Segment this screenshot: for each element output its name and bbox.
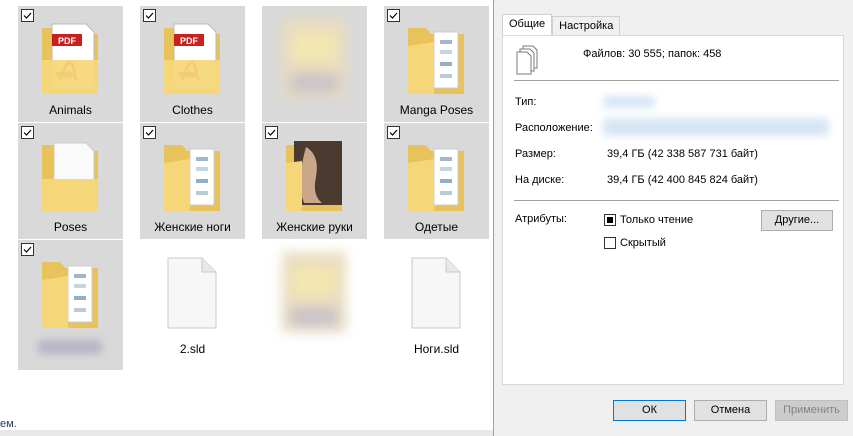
size-value: 39,4 ГБ (42 338 587 731 байт) bbox=[607, 148, 758, 160]
hidden-checkbox[interactable] bbox=[604, 237, 616, 249]
tab-general[interactable]: Общие bbox=[502, 14, 553, 36]
type-label: Тип: bbox=[515, 96, 537, 108]
divider bbox=[514, 200, 839, 201]
select-checkbox[interactable] bbox=[143, 9, 156, 22]
status-bar-text: ем. bbox=[0, 418, 17, 430]
disk-size-value: 39,4 ГБ (42 400 845 824 байт) bbox=[607, 174, 758, 186]
file-tile-label: Женские руки bbox=[276, 220, 353, 234]
select-checkbox[interactable] bbox=[21, 243, 34, 256]
general-panel: Файлов: 30 555; папок: 458 Тип: Располож… bbox=[502, 35, 844, 385]
folder-images-icon bbox=[38, 252, 102, 332]
tab-customize[interactable]: Настройка bbox=[552, 16, 621, 36]
file-icon bbox=[404, 252, 468, 332]
file-tile-label: Clothes bbox=[172, 103, 213, 117]
folder-images-icon bbox=[160, 135, 224, 215]
tab-strip: Общие Настройка bbox=[502, 14, 621, 36]
blurred-thumbnail bbox=[282, 18, 346, 98]
file-tile-label: Женские ноги bbox=[154, 220, 231, 234]
properties-dialog: Общие Настройка Файлов: 30 555; папок: 4… bbox=[493, 0, 853, 436]
ok-button[interactable]: ОК bbox=[613, 400, 686, 421]
summary-text: Файлов: 30 555; папок: 458 bbox=[583, 48, 722, 60]
file-tile[interactable]: Женские руки bbox=[262, 123, 367, 239]
select-checkbox[interactable] bbox=[21, 9, 34, 22]
disk-size-label: На диске: bbox=[515, 174, 565, 186]
location-label: Расположение: bbox=[515, 122, 593, 134]
file-tile-label: Manga Poses bbox=[399, 103, 474, 117]
folder-doc-icon bbox=[38, 135, 102, 215]
select-checkbox[interactable] bbox=[143, 126, 156, 139]
svg-text:PDF: PDF bbox=[58, 36, 77, 46]
size-label: Размер: bbox=[515, 148, 556, 160]
readonly-label: Только чтение bbox=[620, 214, 694, 226]
file-tile[interactable]: Женские ноги bbox=[140, 123, 245, 239]
select-checkbox[interactable] bbox=[21, 126, 34, 139]
file-tile[interactable]: Manga Poses bbox=[384, 6, 489, 122]
folder-pdf-icon: PDF bbox=[38, 18, 102, 98]
file-icon bbox=[160, 252, 224, 332]
folder-pdf-icon: PDF bbox=[160, 18, 224, 98]
screen: PDF Animals PDF Clothes Manga Poses Pose… bbox=[0, 0, 853, 436]
divider bbox=[514, 80, 839, 81]
apply-button[interactable]: Применить bbox=[775, 400, 848, 421]
file-tile[interactable]: 2.sld bbox=[140, 240, 245, 370]
file-tile[interactable]: Одетые bbox=[384, 123, 489, 239]
multiple-files-icon bbox=[516, 45, 538, 75]
file-tile[interactable] bbox=[262, 240, 367, 370]
file-tile[interactable]: PDF Animals bbox=[18, 6, 123, 122]
file-tile[interactable]: Poses bbox=[18, 123, 123, 239]
file-tile-label: Ноги.sld bbox=[413, 342, 460, 356]
status-bar bbox=[0, 430, 493, 436]
file-tile[interactable] bbox=[18, 240, 123, 370]
file-tile-label: Animals bbox=[49, 103, 92, 117]
readonly-checkbox[interactable] bbox=[604, 214, 616, 226]
location-value-redacted bbox=[603, 118, 829, 136]
file-tile[interactable]: Ноги.sld bbox=[384, 240, 489, 370]
cancel-button[interactable]: Отмена bbox=[694, 400, 767, 421]
folder-photo-icon bbox=[282, 135, 346, 215]
folder-images-icon bbox=[404, 135, 468, 215]
select-checkbox[interactable] bbox=[387, 9, 400, 22]
svg-text:PDF: PDF bbox=[180, 36, 199, 46]
file-tile-label: Одетые bbox=[414, 220, 459, 234]
select-checkbox[interactable] bbox=[265, 126, 278, 139]
file-tile-label: 2.sld bbox=[179, 342, 206, 356]
folder-images-icon bbox=[404, 18, 468, 98]
attributes-label: Атрибуты: bbox=[515, 213, 567, 225]
file-tile-label: Poses bbox=[53, 220, 88, 234]
type-value-redacted bbox=[603, 96, 655, 108]
select-checkbox[interactable] bbox=[387, 126, 400, 139]
redacted-label bbox=[38, 340, 102, 354]
hidden-label: Скрытый bbox=[620, 237, 666, 249]
blurred-thumbnail bbox=[282, 252, 346, 332]
file-tile[interactable] bbox=[262, 6, 367, 122]
file-tile[interactable]: PDF Clothes bbox=[140, 6, 245, 122]
other-attributes-button[interactable]: Другие... bbox=[761, 210, 833, 231]
